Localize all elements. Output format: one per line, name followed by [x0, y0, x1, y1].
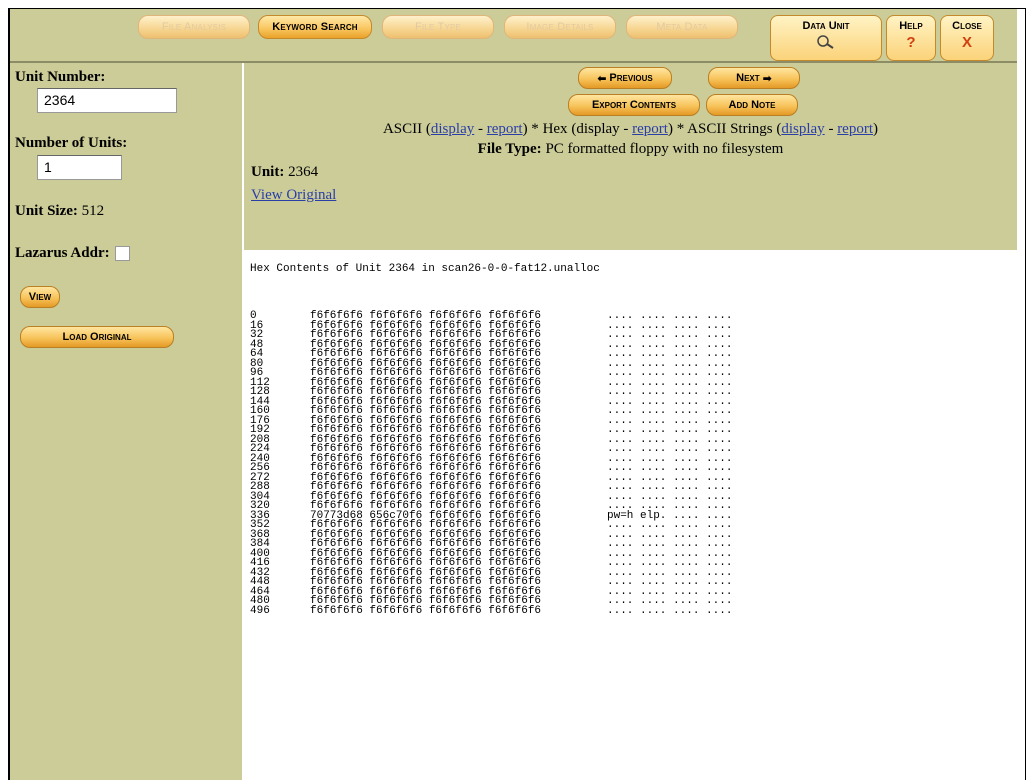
content-header: ⬅ Previous Next ➡ Export Contents Add No…: [244, 63, 1017, 250]
previous-button[interactable]: ⬅ Previous: [578, 67, 672, 89]
question-icon: ?: [906, 34, 916, 51]
hex-row: 496 f6f6f6f6 f6f6f6f6 f6f6f6f6 f6f6f6f6..…: [250, 604, 767, 617]
ascii-display-link[interactable]: display: [431, 121, 474, 137]
hex-report-link[interactable]: report: [632, 121, 668, 137]
export-contents-button[interactable]: Export Contents: [568, 94, 700, 116]
tab-data-unit-label: Data Unit: [802, 20, 850, 32]
view-button[interactable]: View: [20, 286, 60, 308]
load-original-button[interactable]: Load Original: [20, 326, 174, 348]
ascii-strings-label: ASCII Strings: [687, 121, 773, 137]
close-icon: X: [961, 34, 972, 51]
tab-keyword-search[interactable]: Keyword Search: [258, 15, 372, 39]
lazarus-checkbox[interactable]: [114, 246, 130, 261]
strings-display-link[interactable]: display: [781, 121, 824, 137]
hex-label: Hex: [542, 121, 568, 137]
lazarus-label: Lazarus Addr:: [15, 245, 110, 261]
ascii-text: .... .... .... ....: [607, 604, 733, 617]
ascii-label: ASCII: [382, 121, 423, 137]
file-type-line: File Type: PC formatted floppy with no f…: [244, 141, 1017, 158]
previous-label: Previous: [609, 72, 653, 84]
hex-bytes: f6f6f6f6 f6f6f6f6 f6f6f6f6 f6f6f6f6: [310, 604, 542, 617]
tab-data-unit[interactable]: Data Unit: [770, 15, 882, 61]
unit-label: Unit:: [251, 164, 285, 180]
magnifier-icon: [771, 34, 881, 54]
unit-size-value: 512: [81, 203, 105, 219]
top-navigation-bar: File Analysis Keyword Search File Type I…: [10, 9, 1017, 63]
hex-contents-title: Hex Contents of Unit 2364 in scan26-0-0-…: [250, 263, 600, 275]
hex-display-text: display: [576, 121, 620, 137]
sidebar: Unit Number: 2364 Number of Units: 1 Uni…: [10, 63, 242, 780]
help-label: Help: [899, 20, 923, 32]
hex-content-panel: Hex Contents of Unit 2364 in scan26-0-0-…: [244, 250, 1017, 780]
close-label: Close: [952, 20, 982, 32]
num-units-input[interactable]: 1: [37, 155, 122, 180]
tab-file-type[interactable]: File Type: [382, 15, 494, 39]
right-arrow-icon: ➡: [762, 72, 772, 85]
view-original-link[interactable]: View Original: [251, 187, 336, 204]
file-type-value: PC formatted floppy with no filesystem: [545, 141, 784, 157]
unit-size-label: Unit Size:: [15, 203, 78, 219]
tab-meta-data[interactable]: Meta Data: [626, 15, 738, 39]
close-button[interactable]: Close X: [940, 15, 994, 61]
tab-file-analysis[interactable]: File Analysis: [138, 15, 250, 39]
next-button[interactable]: Next ➡: [708, 67, 800, 89]
hex-rows: 0 f6f6f6f6 f6f6f6f6 f6f6f6f6 f6f6f6f6....…: [250, 311, 767, 617]
unit-size-row: Unit Size: 512: [15, 203, 104, 220]
unit-number-label: Unit Number:: [15, 69, 106, 85]
next-label: Next: [736, 72, 760, 84]
unit-line: Unit: 2364: [251, 164, 318, 181]
num-units-label: Number of Units:: [15, 135, 128, 151]
lazarus-row: Lazarus Addr:: [15, 245, 130, 262]
left-arrow-icon: ⬅: [597, 72, 607, 85]
strings-report-link[interactable]: report: [837, 121, 873, 137]
tab-image-details[interactable]: Image Details: [504, 15, 616, 39]
ascii-report-link[interactable]: report: [487, 121, 523, 137]
unit-value: 2364: [288, 164, 319, 180]
unit-number-input[interactable]: 2364: [37, 88, 177, 113]
format-options: ASCII (display - report) * Hex (display …: [382, 121, 879, 137]
add-note-button[interactable]: Add Note: [706, 94, 798, 116]
file-type-label: File Type:: [477, 141, 542, 157]
hex-offset: 496: [250, 604, 270, 617]
help-button[interactable]: Help ?: [886, 15, 936, 61]
